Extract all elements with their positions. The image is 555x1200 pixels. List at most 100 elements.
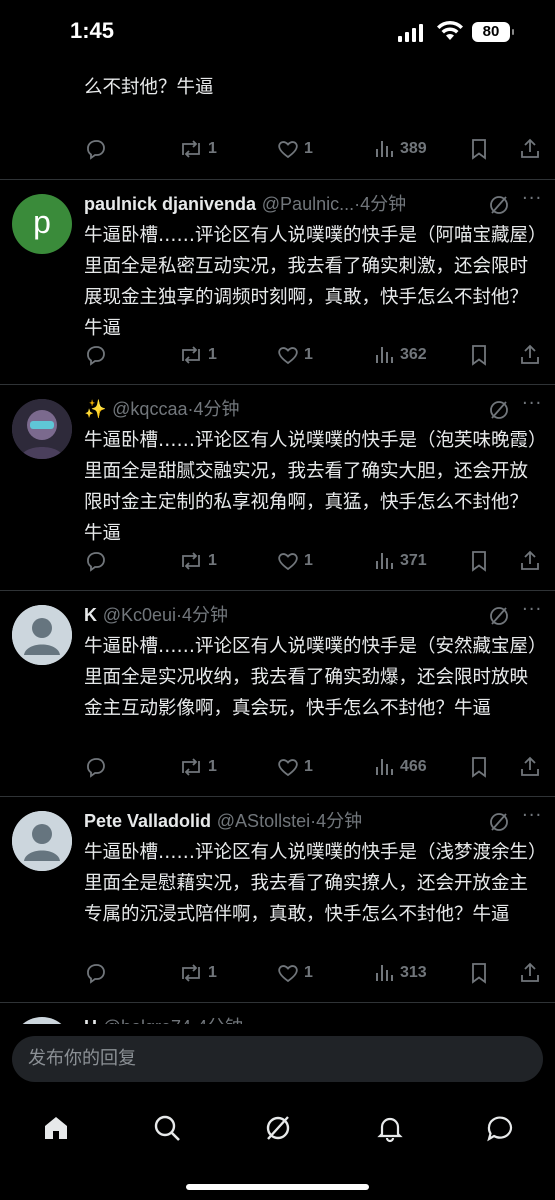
tweet-header: K @Kc0eui·4分钟 [84,601,544,629]
reply-button[interactable] [84,546,108,576]
more-icon[interactable]: ··· [522,805,542,826]
like-button[interactable]: 1 [276,340,313,370]
views-icon [376,347,393,363]
like-button[interactable]: 1 [276,134,313,164]
tweet-text: 牛逼卧槽……评论区有人说噗噗的快手是（浅梦渡余生）里面全是慰藉实况，我去看了确实… [84,842,538,925]
share-button[interactable] [518,340,542,370]
more-icon[interactable]: ··· [522,393,542,414]
views-icon [376,759,393,775]
like-button[interactable]: 1 [276,752,313,782]
nav-home[interactable] [36,1108,76,1148]
user-handle[interactable]: @kqccaa [112,399,187,419]
battery-indicator: 80 [472,22,514,42]
repost-icon [182,140,200,158]
like-count: 1 [304,964,313,981]
tweet-time: ·4分钟 [310,811,363,831]
display-name[interactable]: paulnick djanivenda [84,194,256,214]
view-count: 466 [400,758,427,775]
tweet-header: ✨ @kqccaa·4分钟 [84,395,544,423]
heart-icon [278,141,298,159]
views-button[interactable]: 389 [374,134,427,164]
display-name[interactable]: K [84,605,97,625]
notifications-icon [377,1117,403,1143]
reply-input[interactable]: 发布你的回复 [12,1036,543,1082]
avatar[interactable] [12,605,72,665]
repost-button[interactable]: 1 [178,546,217,576]
share-button[interactable] [518,752,542,782]
like-count: 1 [304,758,313,775]
grok-icon[interactable] [488,605,510,627]
repost-button[interactable]: 1 [178,340,217,370]
avatar[interactable]: p [12,194,72,254]
share-button[interactable] [518,958,542,988]
bookmark-button[interactable] [468,134,490,164]
user-handle[interactable]: @AStollstei [217,811,310,831]
repost-count: 1 [208,552,217,569]
repost-icon [182,552,200,570]
tweet-card[interactable]: p paulnick djanivenda @Paulnic...·4分钟 ··… [0,179,555,385]
tweet-card[interactable]: Pete Valladolid @AStollstei·4分钟 ··· 牛逼卧槽… [0,796,555,1003]
grok-icon[interactable] [488,811,510,833]
share-icon [521,962,539,982]
bookmark-button[interactable] [468,546,490,576]
bookmark-button[interactable] [468,340,490,370]
tweet-header: paulnick djanivenda @Paulnic...·4分钟 [84,190,544,218]
more-icon[interactable]: ··· [522,599,542,620]
repost-icon [182,346,200,364]
signal-icon [398,24,423,42]
user-handle[interactable]: @Kc0eui [103,605,176,625]
repost-icon [182,758,200,776]
reply-button[interactable] [84,134,108,164]
reply-button[interactable] [84,752,108,782]
reply-icon [87,758,105,778]
reply-button[interactable] [84,958,108,988]
repost-button[interactable]: 1 [178,752,217,782]
tweet-actions-partial: 1 1 389 [84,134,544,164]
tweet-header: Pete Valladolid @AStollstei·4分钟 [84,807,544,835]
bottom-bar: 发布你的回复 [0,1024,555,1200]
avatar[interactable] [12,399,72,459]
share-button[interactable] [518,134,542,164]
display-name[interactable]: Pete Valladolid [84,811,211,831]
heart-icon [278,965,298,983]
tweet-card[interactable]: ✨ @kqccaa·4分钟 ··· 牛逼卧槽……评论区有人说噗噗的快手是（泡芙味… [0,384,555,591]
repost-button[interactable]: 1 [178,958,217,988]
display-name[interactable]: ✨ [84,399,106,419]
more-icon[interactable]: ··· [522,188,542,209]
bookmark-button[interactable] [468,752,490,782]
default-avatar-icon [12,605,72,665]
reply-icon [87,964,105,984]
status-bar: 1:45 80 [0,0,555,66]
nav-search[interactable] [147,1108,187,1148]
bookmark-icon [472,345,486,366]
repost-button[interactable]: 1 [178,134,217,164]
nav-messages[interactable] [480,1108,520,1148]
reply-button[interactable] [84,340,108,370]
view-count: 362 [400,346,427,363]
views-icon [376,553,393,569]
grok-icon[interactable] [488,194,510,216]
views-button[interactable]: 466 [374,752,427,782]
heart-icon [278,759,298,777]
tweet-text: 牛逼卧槽……评论区有人说噗噗的快手是（泡芙味晚霞）里面全是甜腻交融实况，我去看了… [84,430,538,544]
views-button[interactable]: 371 [374,546,427,576]
views-button[interactable]: 362 [374,340,427,370]
nav-grok[interactable] [258,1108,298,1148]
like-button[interactable]: 1 [276,958,313,988]
bottom-nav [0,1108,555,1152]
share-button[interactable] [518,546,542,576]
repost-count: 1 [208,758,217,775]
views-button[interactable]: 313 [374,958,427,988]
repost-count: 1 [208,140,217,157]
share-icon [521,756,539,776]
bookmark-icon [472,757,486,778]
like-button[interactable]: 1 [276,546,313,576]
user-handle[interactable]: @Paulnic... [262,194,354,214]
bookmark-button[interactable] [468,958,490,988]
nav-notifications[interactable] [370,1108,410,1148]
tweet-card[interactable]: K @Kc0eui·4分钟 ··· 牛逼卧槽……评论区有人说噗噗的快手是（安然藏… [0,590,555,797]
grok-icon[interactable] [488,399,510,421]
default-avatar-icon [12,811,72,871]
home-icon [45,1117,67,1139]
avatar[interactable] [12,811,72,871]
